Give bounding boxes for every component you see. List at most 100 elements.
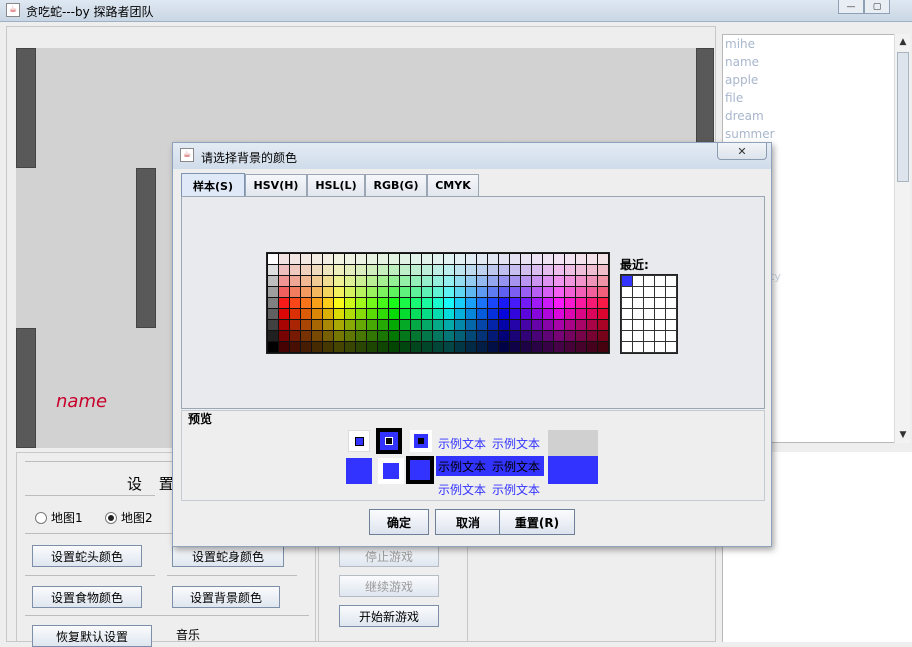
recent-color-swatch[interactable] [666,276,676,286]
color-swatch[interactable] [422,342,432,352]
color-swatch[interactable] [510,276,520,286]
recent-color-swatch[interactable] [666,331,676,341]
color-swatch[interactable] [433,287,443,297]
color-swatch[interactable] [378,265,388,275]
color-swatch[interactable] [521,287,531,297]
color-swatch[interactable] [411,331,421,341]
color-swatch[interactable] [499,309,509,319]
color-swatch[interactable] [598,287,608,297]
color-swatch[interactable] [532,287,542,297]
color-swatch[interactable] [301,254,311,264]
color-swatch[interactable] [411,254,421,264]
color-swatch[interactable] [466,309,476,319]
color-swatch[interactable] [499,320,509,330]
color-swatch[interactable] [411,287,421,297]
color-swatch[interactable] [433,309,443,319]
color-swatch[interactable] [367,320,377,330]
color-swatch[interactable] [268,254,278,264]
color-swatch[interactable] [378,342,388,352]
color-swatch[interactable] [334,298,344,308]
color-swatch[interactable] [477,276,487,286]
tab-cmyk[interactable]: CMYK [427,174,479,196]
color-swatch[interactable] [356,309,366,319]
color-swatch[interactable] [290,320,300,330]
color-swatch[interactable] [565,331,575,341]
color-swatch[interactable] [598,265,608,275]
set-body-color-button[interactable]: 设置蛇身颜色 [172,545,284,567]
color-swatch[interactable] [444,320,454,330]
color-swatch[interactable] [400,254,410,264]
color-swatch[interactable] [466,342,476,352]
recent-color-swatch[interactable] [622,331,632,341]
recent-color-swatch[interactable] [666,309,676,319]
color-swatch[interactable] [301,276,311,286]
color-swatch[interactable] [565,298,575,308]
color-swatch[interactable] [411,276,421,286]
color-swatch[interactable] [598,298,608,308]
color-swatch[interactable] [367,342,377,352]
color-swatch[interactable] [444,276,454,286]
color-swatch[interactable] [543,342,553,352]
color-swatch[interactable] [268,298,278,308]
color-swatch[interactable] [576,298,586,308]
color-swatch[interactable] [499,298,509,308]
color-swatch[interactable] [400,265,410,275]
color-swatch[interactable] [510,298,520,308]
color-swatch[interactable] [323,342,333,352]
recent-color-swatch[interactable] [622,309,632,319]
color-swatch[interactable] [587,254,597,264]
list-item[interactable]: apple [723,71,909,89]
color-swatch[interactable] [532,331,542,341]
color-swatch[interactable] [455,309,465,319]
color-swatch[interactable] [411,309,421,319]
color-swatch[interactable] [565,254,575,264]
color-swatch[interactable] [576,309,586,319]
color-swatch[interactable] [389,276,399,286]
color-swatch[interactable] [389,287,399,297]
color-swatch[interactable] [532,254,542,264]
color-swatch[interactable] [444,287,454,297]
color-swatch[interactable] [488,265,498,275]
color-swatch[interactable] [466,320,476,330]
color-swatch[interactable] [598,254,608,264]
color-swatch[interactable] [565,309,575,319]
color-swatch[interactable] [301,320,311,330]
color-swatch[interactable] [554,276,564,286]
color-swatch[interactable] [576,254,586,264]
color-swatch[interactable] [488,287,498,297]
color-swatch[interactable] [499,254,509,264]
color-swatch[interactable] [400,320,410,330]
color-swatch[interactable] [543,276,553,286]
color-swatch[interactable] [576,276,586,286]
color-swatch[interactable] [521,342,531,352]
color-swatch[interactable] [499,342,509,352]
color-swatch[interactable] [543,320,553,330]
color-swatch[interactable] [334,331,344,341]
set-head-color-button[interactable]: 设置蛇头颜色 [32,545,142,567]
minimize-button[interactable]: — [838,0,864,14]
color-swatch[interactable] [422,298,432,308]
color-swatch[interactable] [312,320,322,330]
color-swatch[interactable] [455,342,465,352]
recent-color-swatch[interactable] [655,320,665,330]
color-swatch[interactable] [598,342,608,352]
recent-color-swatch[interactable] [655,309,665,319]
color-swatch[interactable] [543,331,553,341]
recent-color-swatch[interactable] [655,276,665,286]
color-swatch[interactable] [532,276,542,286]
color-swatch[interactable] [400,287,410,297]
color-swatch[interactable] [312,276,322,286]
color-swatch[interactable] [477,298,487,308]
color-swatch[interactable] [334,265,344,275]
recent-color-swatch[interactable] [655,287,665,297]
color-swatch[interactable] [422,320,432,330]
color-swatch[interactable] [334,309,344,319]
color-swatch[interactable] [587,331,597,341]
color-swatch[interactable] [433,265,443,275]
color-swatch[interactable] [444,309,454,319]
color-swatch[interactable] [477,265,487,275]
color-swatch[interactable] [510,309,520,319]
color-swatch[interactable] [378,276,388,286]
color-swatch[interactable] [312,254,322,264]
tab-rgb[interactable]: RGB(G) [365,174,427,196]
